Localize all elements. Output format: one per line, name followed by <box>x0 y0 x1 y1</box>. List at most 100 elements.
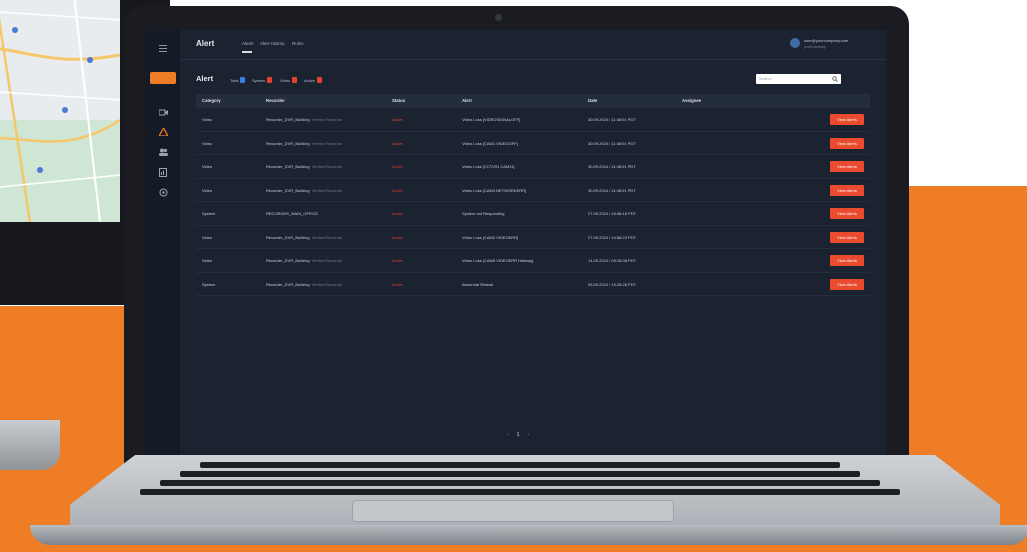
view-alerts-button[interactable]: View Alerts <box>830 184 864 196</box>
key-row <box>160 480 880 486</box>
cell-alert-text: Video Loss [CAM2 VIDEOERR] <box>462 234 519 240</box>
cell-recorder: Recorder_DVR_Building Verified Recorder <box>266 164 342 169</box>
trackpad <box>352 500 674 522</box>
cell-recorder-text: Recorder_DVR_Building <box>266 140 310 146</box>
user-email[interactable]: user@yourcompany.com <box>804 38 848 43</box>
cell-date: 27.09.2024 / 14:58:23 PDT <box>588 235 636 240</box>
cell-status: Active <box>392 188 403 193</box>
cell-category: Video <box>202 117 212 122</box>
column-date: Date <box>588 98 598 103</box>
map-illustration <box>0 0 120 222</box>
cell-alert: Abnormal Restart <box>462 282 493 287</box>
cell-category-text: System <box>202 211 216 216</box>
cell-date-text: 14.09.2024 / 09:18:08 PDT <box>588 258 637 263</box>
cell-alert: Video Loss [CAM2 VIDEOERR] <box>462 235 518 240</box>
cell-date-text: 30.09.2024 / 11:48:01 PDT <box>588 164 636 169</box>
cell-date-text: 30.09.2024 / 11:48:01 PDT <box>588 140 636 146</box>
report-icon[interactable] <box>155 164 171 180</box>
view-alerts-button[interactable]: View Alerts <box>830 114 864 125</box>
view-alerts-button[interactable]: View Alerts <box>830 278 864 290</box>
tab-alerts[interactable]: Alerts <box>242 41 254 46</box>
column-status[interactable]: Status <box>392 98 405 103</box>
cell-category: System <box>202 282 215 287</box>
table-row: System Recorder_DVR_Building Verified Reco… <box>196 273 870 296</box>
cell-status: Active <box>392 164 403 169</box>
cell-status: Active <box>392 258 403 263</box>
cell-status: Active <box>392 235 403 240</box>
product-scene: Alert Alerts Alert History Rules user@yo… <box>0 0 1027 552</box>
tab-rules[interactable]: Rules <box>292 41 304 46</box>
cell-status: Active <box>392 141 403 146</box>
recorder-note: Verified Recorder <box>311 117 343 122</box>
search-input[interactable]: Search <box>756 74 841 84</box>
prev-page-button[interactable]: ‹ <box>507 432 509 438</box>
key-row <box>180 471 860 477</box>
cell-alert-text: Video Loss [VIDEOSIGNALOFF] <box>462 117 521 122</box>
column-recorder[interactable]: Recorder <box>266 98 285 103</box>
cell-category: Video <box>202 164 212 169</box>
view-alerts-button[interactable]: View Alerts <box>830 255 864 266</box>
cell-status: Active <box>392 282 403 287</box>
avatar[interactable] <box>790 38 800 48</box>
page-number[interactable]: 1 <box>517 432 520 438</box>
top-bar: Alert Alerts Alert History Rules user@yo… <box>180 30 886 60</box>
cell-status-text: Active <box>392 187 403 193</box>
view-alerts-button[interactable]: View Alerts <box>830 231 864 243</box>
menu-icon[interactable] <box>155 40 171 56</box>
user-company: yourCompany <box>804 45 826 49</box>
cell-date: 30.09.2024 / 11:48:01 PDT <box>588 164 636 169</box>
view-alerts-button[interactable]: View Alerts <box>830 137 864 149</box>
view-alerts-button[interactable]: View Alerts <box>830 208 864 219</box>
column-assignee: Assignee <box>682 98 702 103</box>
cell-status-text: Active <box>392 164 403 169</box>
sidebar <box>146 30 180 470</box>
cell-alert-text: Video Loss [CAM1 VIDEOOFF] <box>462 140 518 146</box>
pagination: ‹ 1 › <box>507 432 529 438</box>
table-row: Video Recorder_DVR_Building Verified Recor… <box>196 226 870 249</box>
camera-icon[interactable] <box>155 104 171 120</box>
cell-status-text: Active <box>392 117 403 122</box>
keyboard <box>120 462 920 500</box>
count-badge <box>316 77 322 83</box>
count-system: System <box>252 77 273 83</box>
warning-icon[interactable] <box>155 124 171 140</box>
cell-alert-text: Video Loss [CCTV01 CAM11] <box>462 164 515 169</box>
count-badge <box>267 77 273 83</box>
cell-alert: Video Loss [CCTV01 CAM11] <box>462 164 515 169</box>
cell-date-text: 30.09.2024 / 11:48:01 PDT <box>588 117 636 122</box>
cell-alert: Video Loss [CAM5 VIDEOERR Hallway] <box>462 258 533 263</box>
cell-status-text: Active <box>392 281 403 287</box>
webcam <box>495 14 502 21</box>
cell-status-text: Active <box>392 234 403 240</box>
count-active: Active <box>304 77 322 83</box>
cell-recorder: Recorder_DVR_Building Verified Recorder <box>266 188 342 193</box>
cell-date-text: 27.09.2024 / 14:58:23 PDT <box>588 234 637 240</box>
column-alert: Alert <box>462 98 472 103</box>
page-title: Alert <box>196 74 214 83</box>
recorder-note: Verified Recorder <box>311 234 343 240</box>
cell-status-text: Active <box>392 258 403 263</box>
cell-status-text: Active <box>392 140 403 146</box>
cell-category: Video <box>202 141 212 146</box>
count-label: Total <box>230 77 239 83</box>
next-page-button[interactable]: › <box>527 432 529 438</box>
cell-category-text: Video <box>202 187 213 193</box>
cell-alert: Video Loss [CAM3 NETWORKERR] <box>462 188 526 193</box>
cell-alert-text: Abnormal Restart <box>462 281 494 287</box>
cell-recorder-text: Recorder_DVR_Building <box>266 281 310 287</box>
settings-icon[interactable] <box>155 184 171 200</box>
table-row: Video Recorder_DVR_Building Verified Recor… <box>196 179 870 202</box>
cell-recorder: Recorder_DVR_Building Verified Recorder <box>266 282 342 287</box>
view-alerts-button[interactable]: View Alerts <box>830 161 864 172</box>
cell-alert: Video Loss [CAM1 VIDEOOFF] <box>462 141 518 146</box>
cell-date: 30.09.2024 / 11:48:01 PDT <box>588 188 636 193</box>
cell-recorder-text: Recorder_DVR_Building <box>266 258 310 263</box>
monitor-stand <box>0 420 60 470</box>
tab-alert-history[interactable]: Alert History <box>260 41 285 46</box>
cell-status: Active <box>392 117 403 122</box>
active-tab-indicator <box>242 51 252 53</box>
cell-recorder: Recorder_DVR_Building Verified Recorder <box>266 117 342 122</box>
column-category[interactable]: Category <box>202 98 221 103</box>
users-icon[interactable] <box>155 144 171 160</box>
cell-recorder-text: Recorder_DVR_Building <box>266 187 310 193</box>
